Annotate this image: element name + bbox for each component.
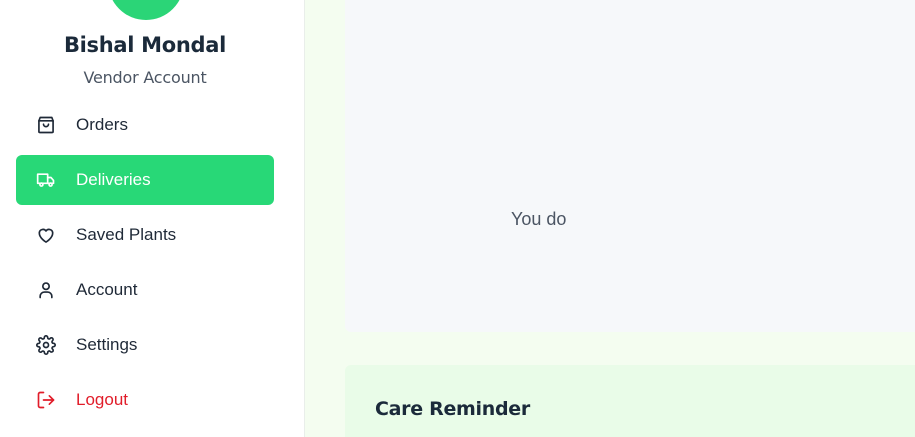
sidebar-item-account[interactable]: Account	[16, 265, 274, 315]
heart-icon	[36, 225, 56, 245]
sidebar-item-logout[interactable]: Logout	[16, 375, 274, 425]
sidebar-item-label: Saved Plants	[76, 225, 177, 244]
sidebar-item-label: Deliveries	[76, 170, 151, 189]
sidebar-item-label: Logout	[76, 390, 128, 409]
sidebar-item-saved-plants[interactable]: Saved Plants	[16, 210, 274, 260]
user-name: Bishal Mondal	[63, 33, 227, 57]
empty-state-message: You do	[511, 209, 567, 229]
sidebar-nav: Orders Deliveries Saved Plants Account S…	[16, 100, 274, 430]
sidebar: Bishal Mondal Vendor Account Orders Deli…	[0, 0, 305, 437]
truck-icon	[36, 170, 56, 190]
user-icon	[36, 280, 56, 300]
care-reminder-card: Care Reminder	[345, 365, 915, 437]
shopping-bag-icon	[36, 115, 56, 135]
sidebar-item-label: Account	[76, 280, 138, 299]
care-reminder-title: Care Reminder	[375, 398, 530, 420]
sidebar-item-label: Orders	[76, 115, 128, 134]
sidebar-item-orders[interactable]: Orders	[16, 100, 274, 150]
sidebar-item-settings[interactable]: Settings	[16, 320, 274, 370]
logout-icon	[36, 390, 56, 410]
sidebar-item-deliveries[interactable]: Deliveries	[16, 155, 274, 205]
sidebar-item-label: Settings	[76, 335, 138, 354]
avatar[interactable]	[108, 0, 184, 20]
account-type: Vendor Account	[83, 68, 207, 87]
gear-icon	[36, 335, 56, 355]
deliveries-empty-state	[345, 0, 915, 332]
